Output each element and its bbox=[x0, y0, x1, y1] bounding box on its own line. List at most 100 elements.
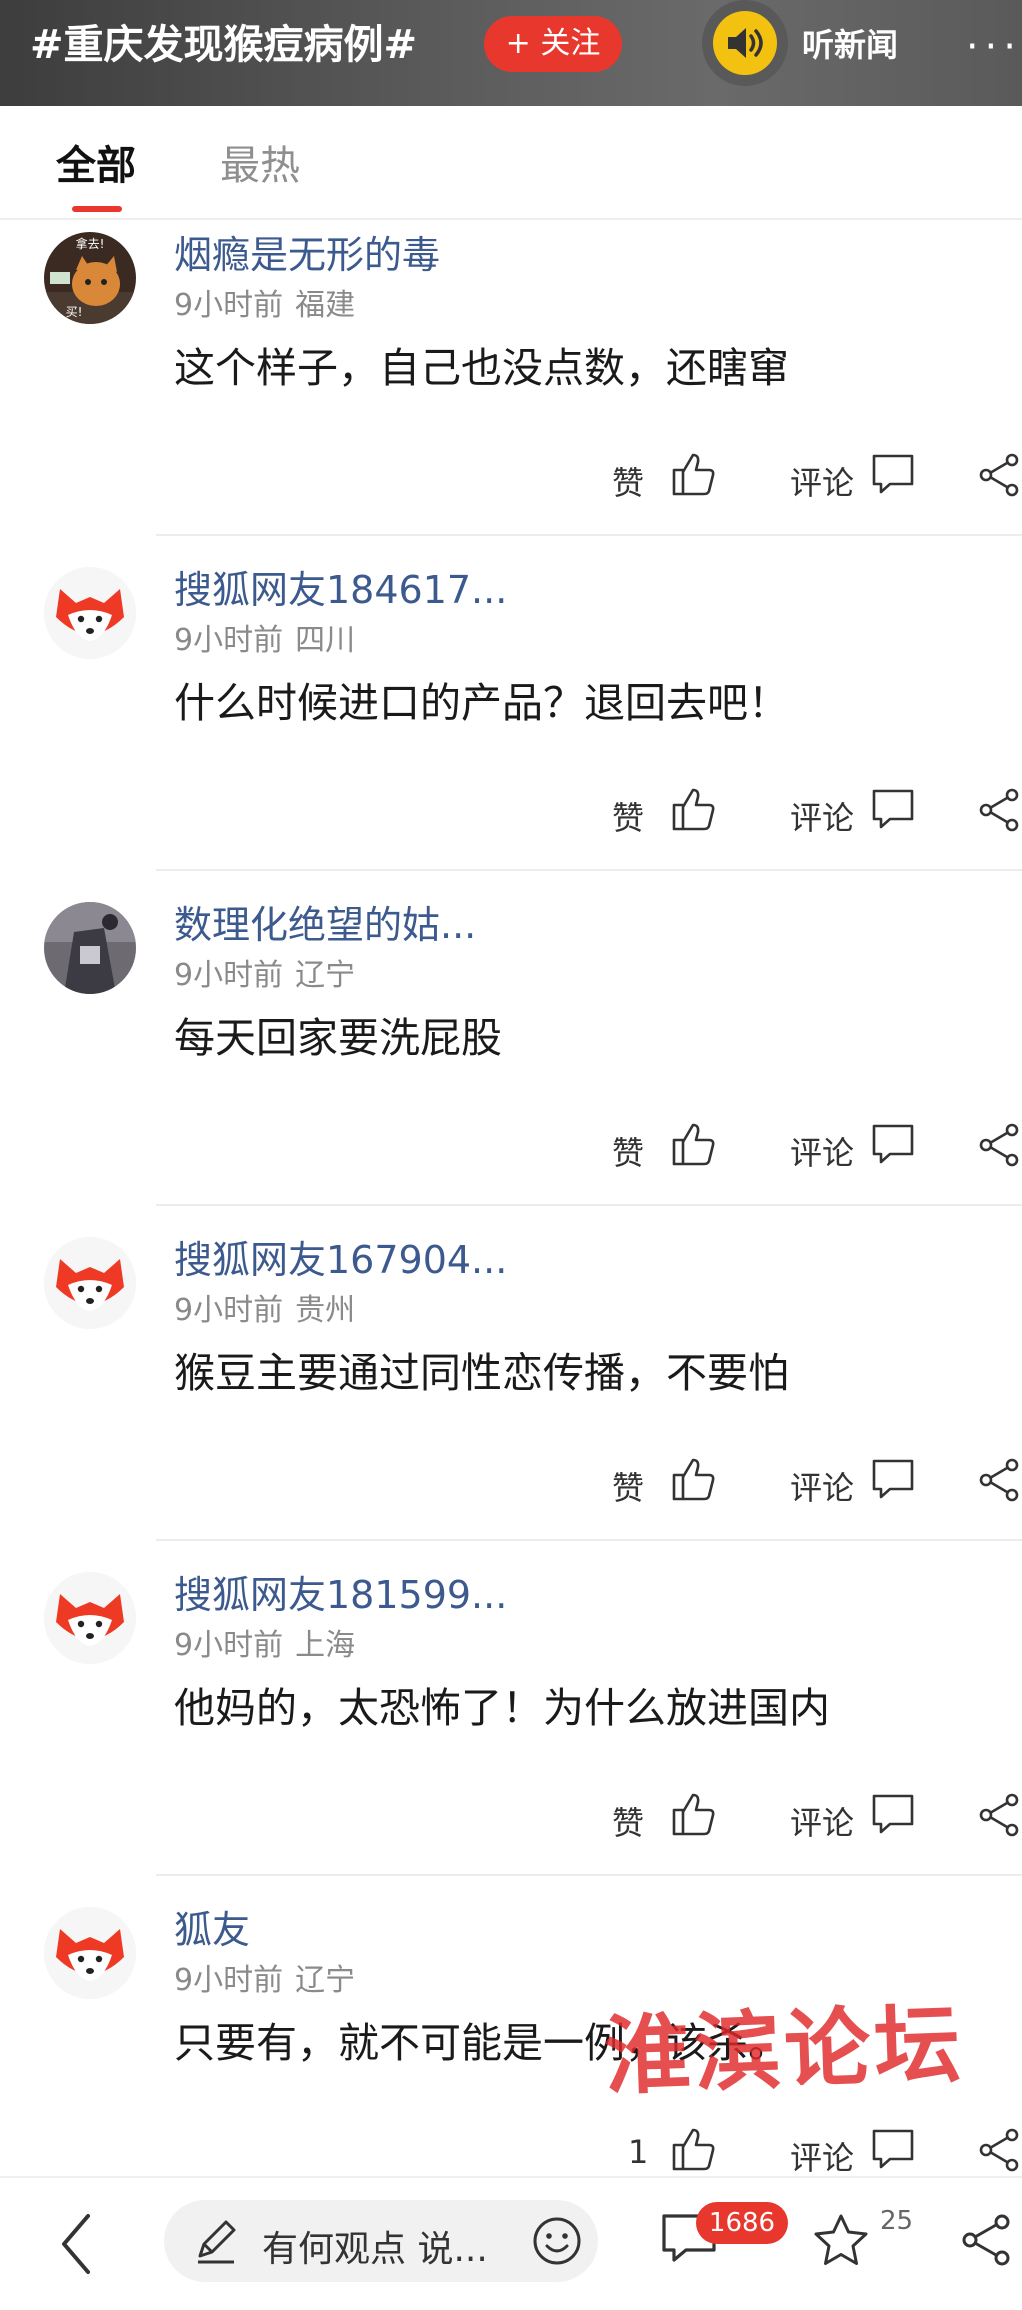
forum-watermark: 淮滨论坛 bbox=[602, 1993, 966, 2108]
divider bbox=[156, 534, 1022, 536]
comment-meta: 9小时前 辽宁 bbox=[174, 958, 355, 994]
comment-label[interactable]: 评论 bbox=[790, 793, 854, 839]
topic-title[interactable]: #重庆发现猴痘病例# bbox=[30, 20, 417, 70]
comment-item: 拿去! 买! 烟瘾是无形的毒 9小时前 福建 这个样子，自己也没点数，还瞎窜 赞 … bbox=[0, 222, 1022, 557]
comment-text: 这个样子，自己也没点数，还瞎窜 bbox=[174, 344, 789, 392]
header-bar: #重庆发现猴痘病例# + 关注 听新闻 ··· bbox=[0, 0, 1022, 106]
divider bbox=[156, 1539, 1022, 1541]
comment-time: 9小时前 bbox=[174, 1628, 284, 1663]
avatar[interactable]: 拿去! 买! bbox=[44, 232, 136, 324]
comment-bubble-icon[interactable] bbox=[870, 787, 916, 837]
like-label[interactable]: 赞 bbox=[612, 1128, 644, 1174]
comment-actions: 赞 评论 bbox=[0, 1782, 1022, 1852]
share-icon[interactable] bbox=[976, 2127, 1022, 2177]
comment-author[interactable]: 数理化绝望的姑... bbox=[174, 902, 476, 948]
share-icon[interactable] bbox=[976, 787, 1022, 837]
like-label[interactable]: 赞 bbox=[612, 458, 644, 504]
comment-time: 9小时前 bbox=[174, 623, 284, 658]
pencil-icon bbox=[192, 2218, 240, 2270]
comment-location: 辽宁 bbox=[295, 958, 356, 993]
comment-actions: 赞 评论 bbox=[0, 442, 1022, 512]
share-icon[interactable] bbox=[976, 452, 1022, 502]
comment-bubble-icon[interactable] bbox=[870, 2127, 916, 2177]
listen-news-button[interactable]: 听新闻 bbox=[702, 0, 898, 86]
comment-author[interactable]: 搜狐网友181599... bbox=[174, 1572, 507, 1618]
comment-location: 上海 bbox=[295, 1628, 356, 1663]
thumbs-up-icon[interactable] bbox=[668, 1453, 720, 1509]
divider bbox=[156, 1204, 1022, 1206]
comment-time: 9小时前 bbox=[174, 958, 284, 993]
comment-label[interactable]: 评论 bbox=[790, 1128, 854, 1174]
speaker-icon bbox=[702, 0, 788, 86]
comment-location: 福建 bbox=[295, 288, 356, 323]
comment-time: 9小时前 bbox=[174, 1963, 284, 1998]
listen-news-label: 听新闻 bbox=[802, 26, 899, 64]
comment-label[interactable]: 评论 bbox=[790, 1463, 854, 1509]
fox-avatar[interactable] bbox=[44, 1907, 136, 1999]
comment-meta: 9小时前 贵州 bbox=[174, 1293, 355, 1329]
fox-avatar[interactable] bbox=[44, 1572, 136, 1664]
comment-author[interactable]: 烟瘾是无形的毒 bbox=[174, 232, 440, 278]
thumbs-up-icon[interactable] bbox=[668, 1788, 720, 1844]
comment-location: 贵州 bbox=[295, 1293, 356, 1328]
divider bbox=[156, 869, 1022, 871]
avatar-caption-top: 拿去! bbox=[76, 236, 105, 251]
comment-item: 搜狐网友184617... 9小时前 四川 什么时候进口的产品？退回去吧！ 赞 评… bbox=[0, 557, 1022, 892]
thumbs-up-icon[interactable] bbox=[668, 2123, 720, 2179]
comment-bubble-icon[interactable] bbox=[870, 1792, 916, 1842]
comment-bubble-icon[interactable] bbox=[870, 1122, 916, 1172]
comment-label[interactable]: 评论 bbox=[790, 2133, 854, 2179]
comment-meta: 9小时前 上海 bbox=[174, 1628, 355, 1664]
share-icon[interactable] bbox=[958, 2212, 1014, 2272]
comment-text: 每天回家要洗屁股 bbox=[174, 1014, 502, 1062]
comment-meta: 9小时前 福建 bbox=[174, 288, 355, 324]
comment-label[interactable]: 评论 bbox=[790, 458, 854, 504]
comment-bubble-icon[interactable] bbox=[870, 452, 916, 502]
comment-text: 他妈的，太恐怖了！为什么放进国内 bbox=[174, 1684, 830, 1732]
comment-author[interactable]: 搜狐网友167904... bbox=[174, 1237, 507, 1283]
comment-item: 搜狐网友167904... 9小时前 贵州 猴豆主要通过同性恋传播，不要怕 赞 评… bbox=[0, 1227, 1022, 1562]
fox-avatar[interactable] bbox=[44, 567, 136, 659]
comment-input[interactable]: 有何观点 说... bbox=[164, 2200, 598, 2282]
comment-count-badge: 1686 bbox=[696, 2202, 788, 2244]
comment-item: 数理化绝望的姑... 9小时前 辽宁 每天回家要洗屁股 赞 评论 bbox=[0, 892, 1022, 1227]
comment-input-placeholder: 有何观点 说... bbox=[262, 2229, 488, 2270]
back-arrow-icon[interactable] bbox=[56, 2212, 96, 2280]
share-icon[interactable] bbox=[976, 1122, 1022, 1172]
active-tab-indicator bbox=[72, 206, 122, 212]
comment-meta: 9小时前 辽宁 bbox=[174, 1963, 355, 1999]
comment-label[interactable]: 评论 bbox=[790, 1798, 854, 1844]
comment-tabs: 全部 最热 bbox=[0, 106, 1022, 220]
divider bbox=[156, 1874, 1022, 1876]
tab-hot[interactable]: 最热 bbox=[220, 142, 300, 190]
more-icon[interactable]: ··· bbox=[966, 24, 1022, 70]
comment-actions: 赞 评论 bbox=[0, 1447, 1022, 1517]
thumbs-up-icon[interactable] bbox=[668, 783, 720, 839]
like-label[interactable]: 赞 bbox=[612, 1463, 644, 1509]
emoji-icon[interactable] bbox=[530, 2214, 584, 2272]
share-icon[interactable] bbox=[976, 1792, 1022, 1842]
comment-meta: 9小时前 四川 bbox=[174, 623, 355, 659]
comment-time: 9小时前 bbox=[174, 1293, 284, 1328]
like-label[interactable]: 赞 bbox=[612, 1798, 644, 1844]
comment-actions: 赞 评论 bbox=[0, 1112, 1022, 1182]
avatar[interactable] bbox=[44, 902, 136, 994]
comment-location: 辽宁 bbox=[295, 1963, 356, 1998]
share-icon[interactable] bbox=[976, 1457, 1022, 1507]
comment-location: 四川 bbox=[295, 623, 356, 658]
comment-author[interactable]: 搜狐网友184617... bbox=[174, 567, 507, 613]
thumbs-up-icon[interactable] bbox=[668, 448, 720, 504]
comment-bubble-icon[interactable] bbox=[870, 1457, 916, 1507]
like-count: 1 bbox=[628, 2133, 649, 2171]
comment-time: 9小时前 bbox=[174, 288, 284, 323]
avatar-caption-bottom: 买! bbox=[66, 305, 83, 319]
comment-author[interactable]: 狐友 bbox=[174, 1907, 250, 1953]
like-label[interactable]: 赞 bbox=[612, 793, 644, 839]
comment-text: 什么时候进口的产品？退回去吧！ bbox=[174, 679, 789, 727]
follow-button[interactable]: + 关注 bbox=[484, 16, 622, 72]
comment-actions: 赞 评论 bbox=[0, 777, 1022, 847]
thumbs-up-icon[interactable] bbox=[668, 1118, 720, 1174]
tab-all[interactable]: 全部 bbox=[56, 142, 136, 190]
fox-avatar[interactable] bbox=[44, 1237, 136, 1329]
star-icon[interactable] bbox=[812, 2212, 870, 2274]
